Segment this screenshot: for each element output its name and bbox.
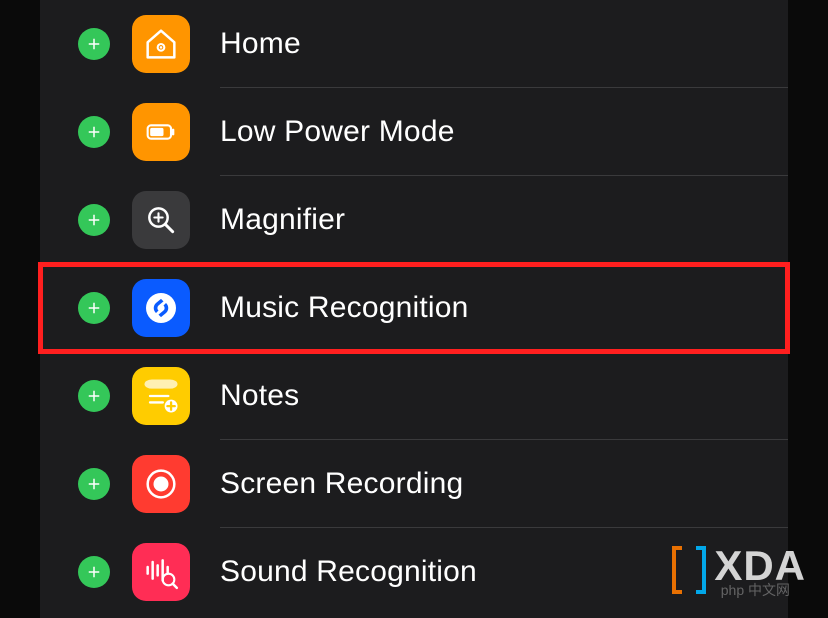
plus-icon	[85, 475, 103, 493]
control-label: Notes	[220, 379, 299, 413]
plus-icon	[85, 387, 103, 405]
soundwave-icon	[132, 543, 190, 601]
battery-icon	[132, 103, 190, 161]
label-wrap: Screen Recording	[220, 440, 788, 528]
magnifier-icon	[132, 191, 190, 249]
control-label: Magnifier	[220, 203, 345, 237]
control-label: Screen Recording	[220, 467, 463, 501]
control-label: Low Power Mode	[220, 115, 455, 149]
settings-panel: Home Low Power Mode Magnifier Music Recogni…	[40, 0, 788, 618]
control-label: Music Recognition	[220, 291, 469, 325]
plus-icon	[85, 123, 103, 141]
home-icon	[132, 15, 190, 73]
add-button[interactable]	[78, 116, 110, 148]
label-wrap: Low Power Mode	[220, 88, 788, 176]
control-row-music[interactable]: Music Recognition	[40, 264, 788, 352]
shazam-icon	[132, 279, 190, 337]
control-label: Sound Recognition	[220, 555, 477, 589]
control-row-screen[interactable]: Screen Recording	[40, 440, 788, 528]
plus-icon	[85, 299, 103, 317]
control-row-magnifier[interactable]: Magnifier	[40, 176, 788, 264]
add-button[interactable]	[78, 292, 110, 324]
add-button[interactable]	[78, 204, 110, 236]
label-wrap: Music Recognition	[220, 264, 788, 352]
add-button[interactable]	[78, 380, 110, 412]
control-row-lowpower[interactable]: Low Power Mode	[40, 88, 788, 176]
notes-icon	[132, 367, 190, 425]
control-row-notes[interactable]: Notes	[40, 352, 788, 440]
add-button[interactable]	[78, 28, 110, 60]
plus-icon	[85, 211, 103, 229]
label-wrap: Magnifier	[220, 176, 788, 264]
control-row-home[interactable]: Home	[40, 0, 788, 88]
label-wrap: Notes	[220, 352, 788, 440]
php-badge: php 中文网	[721, 580, 790, 600]
plus-icon	[85, 35, 103, 53]
add-button[interactable]	[78, 556, 110, 588]
record-icon	[132, 455, 190, 513]
add-button[interactable]	[78, 468, 110, 500]
controls-list: Home Low Power Mode Magnifier Music Recogni…	[40, 0, 788, 616]
control-label: Home	[220, 27, 301, 61]
label-wrap: Home	[220, 0, 788, 88]
plus-icon	[85, 563, 103, 581]
